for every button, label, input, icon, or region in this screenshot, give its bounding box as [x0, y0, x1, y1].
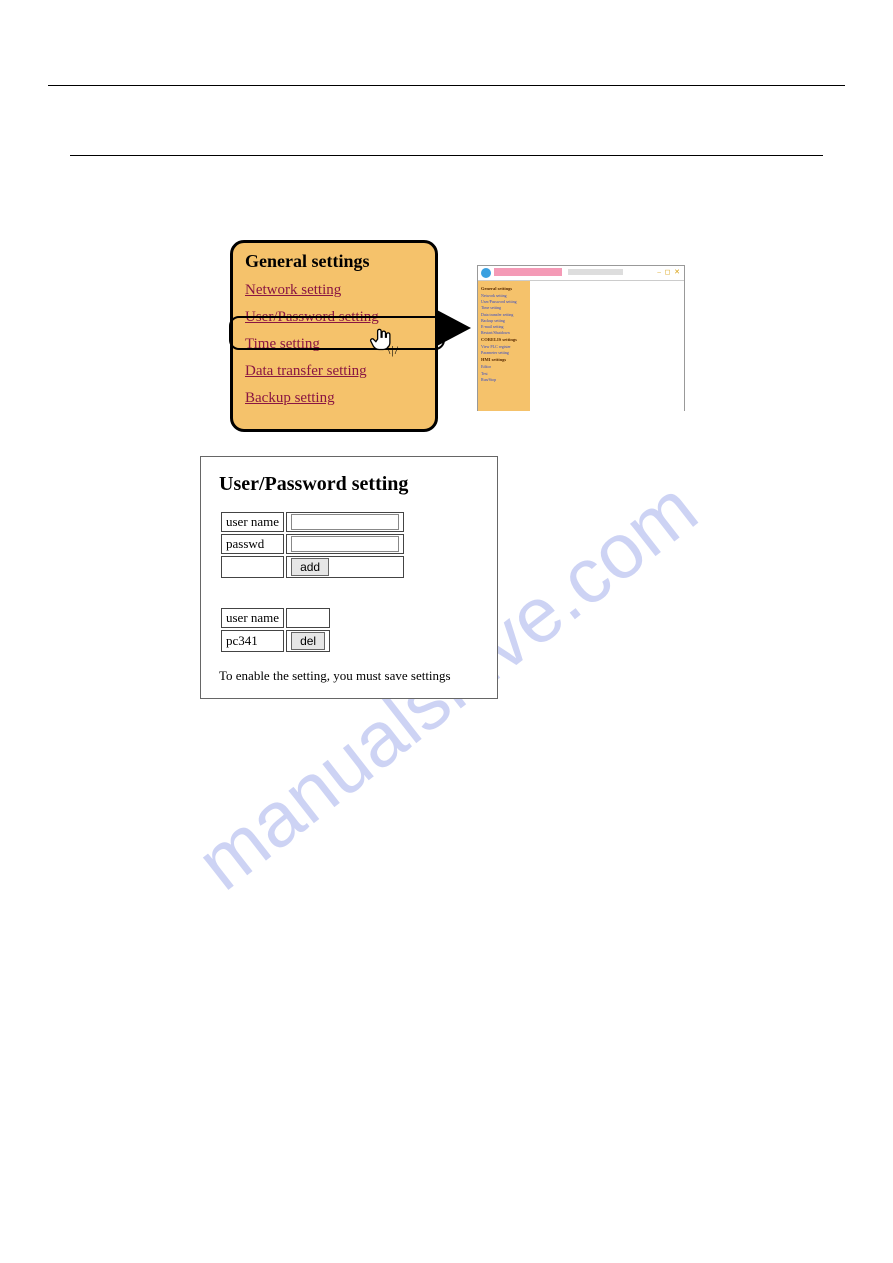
browser-content-area	[530, 281, 684, 411]
sidebar-link: E-mail setting	[481, 324, 527, 329]
sidebar-heading: CORELIS settings	[481, 337, 527, 342]
sidebar-link: Time setting	[481, 305, 527, 310]
browser-url-bar	[494, 268, 562, 276]
delete-button[interactable]: del	[291, 632, 325, 650]
user-name-cell: pc341	[221, 630, 284, 652]
sidebar-link: User/Password setting	[481, 299, 527, 304]
userlist-header: user name	[221, 608, 284, 628]
label-username: user name	[221, 512, 284, 532]
sidebar-heading: General settings	[481, 286, 527, 291]
username-input[interactable]	[291, 514, 399, 530]
add-user-form: user name passwd add	[219, 510, 406, 580]
browser-page-title	[568, 269, 623, 275]
browser-back-icon	[481, 268, 491, 278]
user-password-panel: User/Password setting user name passwd a…	[200, 456, 498, 699]
save-note: To enable the setting, you must save set…	[219, 668, 479, 684]
browser-sidebar: General settings Network setting User/Pa…	[478, 281, 530, 411]
sidebar-link: Parameter setting	[481, 350, 527, 355]
label-password: passwd	[221, 534, 284, 554]
sidebar-link: Restart/Shutdown	[481, 330, 527, 335]
add-button[interactable]: add	[291, 558, 329, 576]
rule-top	[48, 85, 845, 86]
link-network-setting[interactable]: Network setting	[245, 282, 423, 299]
sidebar-link: Data transfer setting	[481, 312, 527, 317]
panel-title: User/Password setting	[219, 473, 479, 496]
user-list-table: user name pc341 del	[219, 606, 332, 654]
sidebar-heading: HMI settings	[481, 357, 527, 362]
sidebar-link: Backup setting	[481, 318, 527, 323]
general-settings-card: General settings Network setting User/Pa…	[230, 240, 438, 432]
user-row: pc341 del	[221, 630, 330, 652]
password-input[interactable]	[291, 536, 399, 552]
sidebar-link: View PLC register	[481, 344, 527, 349]
sidebar-link: Test	[481, 371, 527, 376]
sidebar-link: Editor	[481, 364, 527, 369]
click-sparks-icon: \ | /	[387, 343, 397, 358]
browser-preview: – ◻ ✕ General settings Network setting U…	[477, 265, 685, 411]
browser-titlebar: – ◻ ✕	[478, 266, 684, 281]
link-backup-setting[interactable]: Backup setting	[245, 390, 423, 407]
sidebar-link: Network setting	[481, 293, 527, 298]
general-settings-title: General settings	[245, 251, 423, 272]
rule-second	[70, 155, 823, 156]
sidebar-link: Run/Stop	[481, 377, 527, 382]
link-data-transfer-setting[interactable]: Data transfer setting	[245, 363, 423, 380]
callout-arrow-icon	[437, 310, 471, 346]
browser-window-controls-icon: – ◻ ✕	[657, 268, 681, 276]
link-user-password-setting[interactable]: User/Password setting	[245, 309, 423, 326]
